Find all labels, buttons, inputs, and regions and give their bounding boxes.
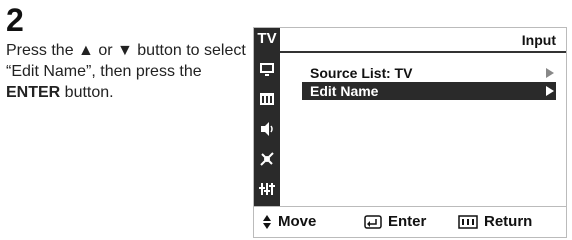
return-icon: [458, 214, 478, 229]
enter-icon: [364, 214, 382, 229]
tv-input-menu: TV Input Source List : TV Edit Name Move…: [253, 27, 567, 238]
footer-return: Return: [458, 213, 532, 230]
chevron-right-icon: [546, 86, 554, 96]
instruction-enter-word: ENTER: [6, 84, 61, 101]
picture-icon: [260, 63, 274, 76]
menu-sidebar: TV: [254, 28, 280, 206]
row-label: Edit Name: [310, 83, 379, 99]
instruction-text: Press the ▲ or ▼ button to select “Edit …: [6, 40, 246, 103]
footer-enter: Enter: [364, 213, 426, 230]
footer-return-label: Return: [484, 213, 533, 230]
footer-move: Move: [262, 213, 316, 230]
footer-move-label: Move: [278, 213, 317, 230]
row-value: : TV: [386, 65, 413, 81]
step-number: 2: [6, 2, 24, 38]
sidebar-tv-label: TV: [257, 30, 277, 47]
channel-icon: [260, 93, 274, 105]
footer-enter-label: Enter: [388, 213, 427, 230]
menu-footer: Move Enter Return: [254, 206, 566, 237]
instruction-suffix: button.: [60, 84, 114, 101]
instruction-prefix: Press the ▲ or ▼ button to select “Edit …: [6, 42, 246, 80]
menu-title: Input: [521, 32, 556, 48]
setup-icon: [259, 183, 275, 195]
up-down-arrow-icon: [262, 214, 272, 229]
speaker-icon: [261, 122, 273, 136]
row-label: Source List: [310, 65, 387, 81]
menu-divider: [280, 51, 566, 53]
menu-row-edit-name[interactable]: Edit Name: [302, 82, 556, 100]
antenna-icon: [260, 152, 274, 166]
menu-row-source-list[interactable]: Source List : TV: [302, 64, 556, 82]
chevron-right-icon: [546, 68, 554, 78]
